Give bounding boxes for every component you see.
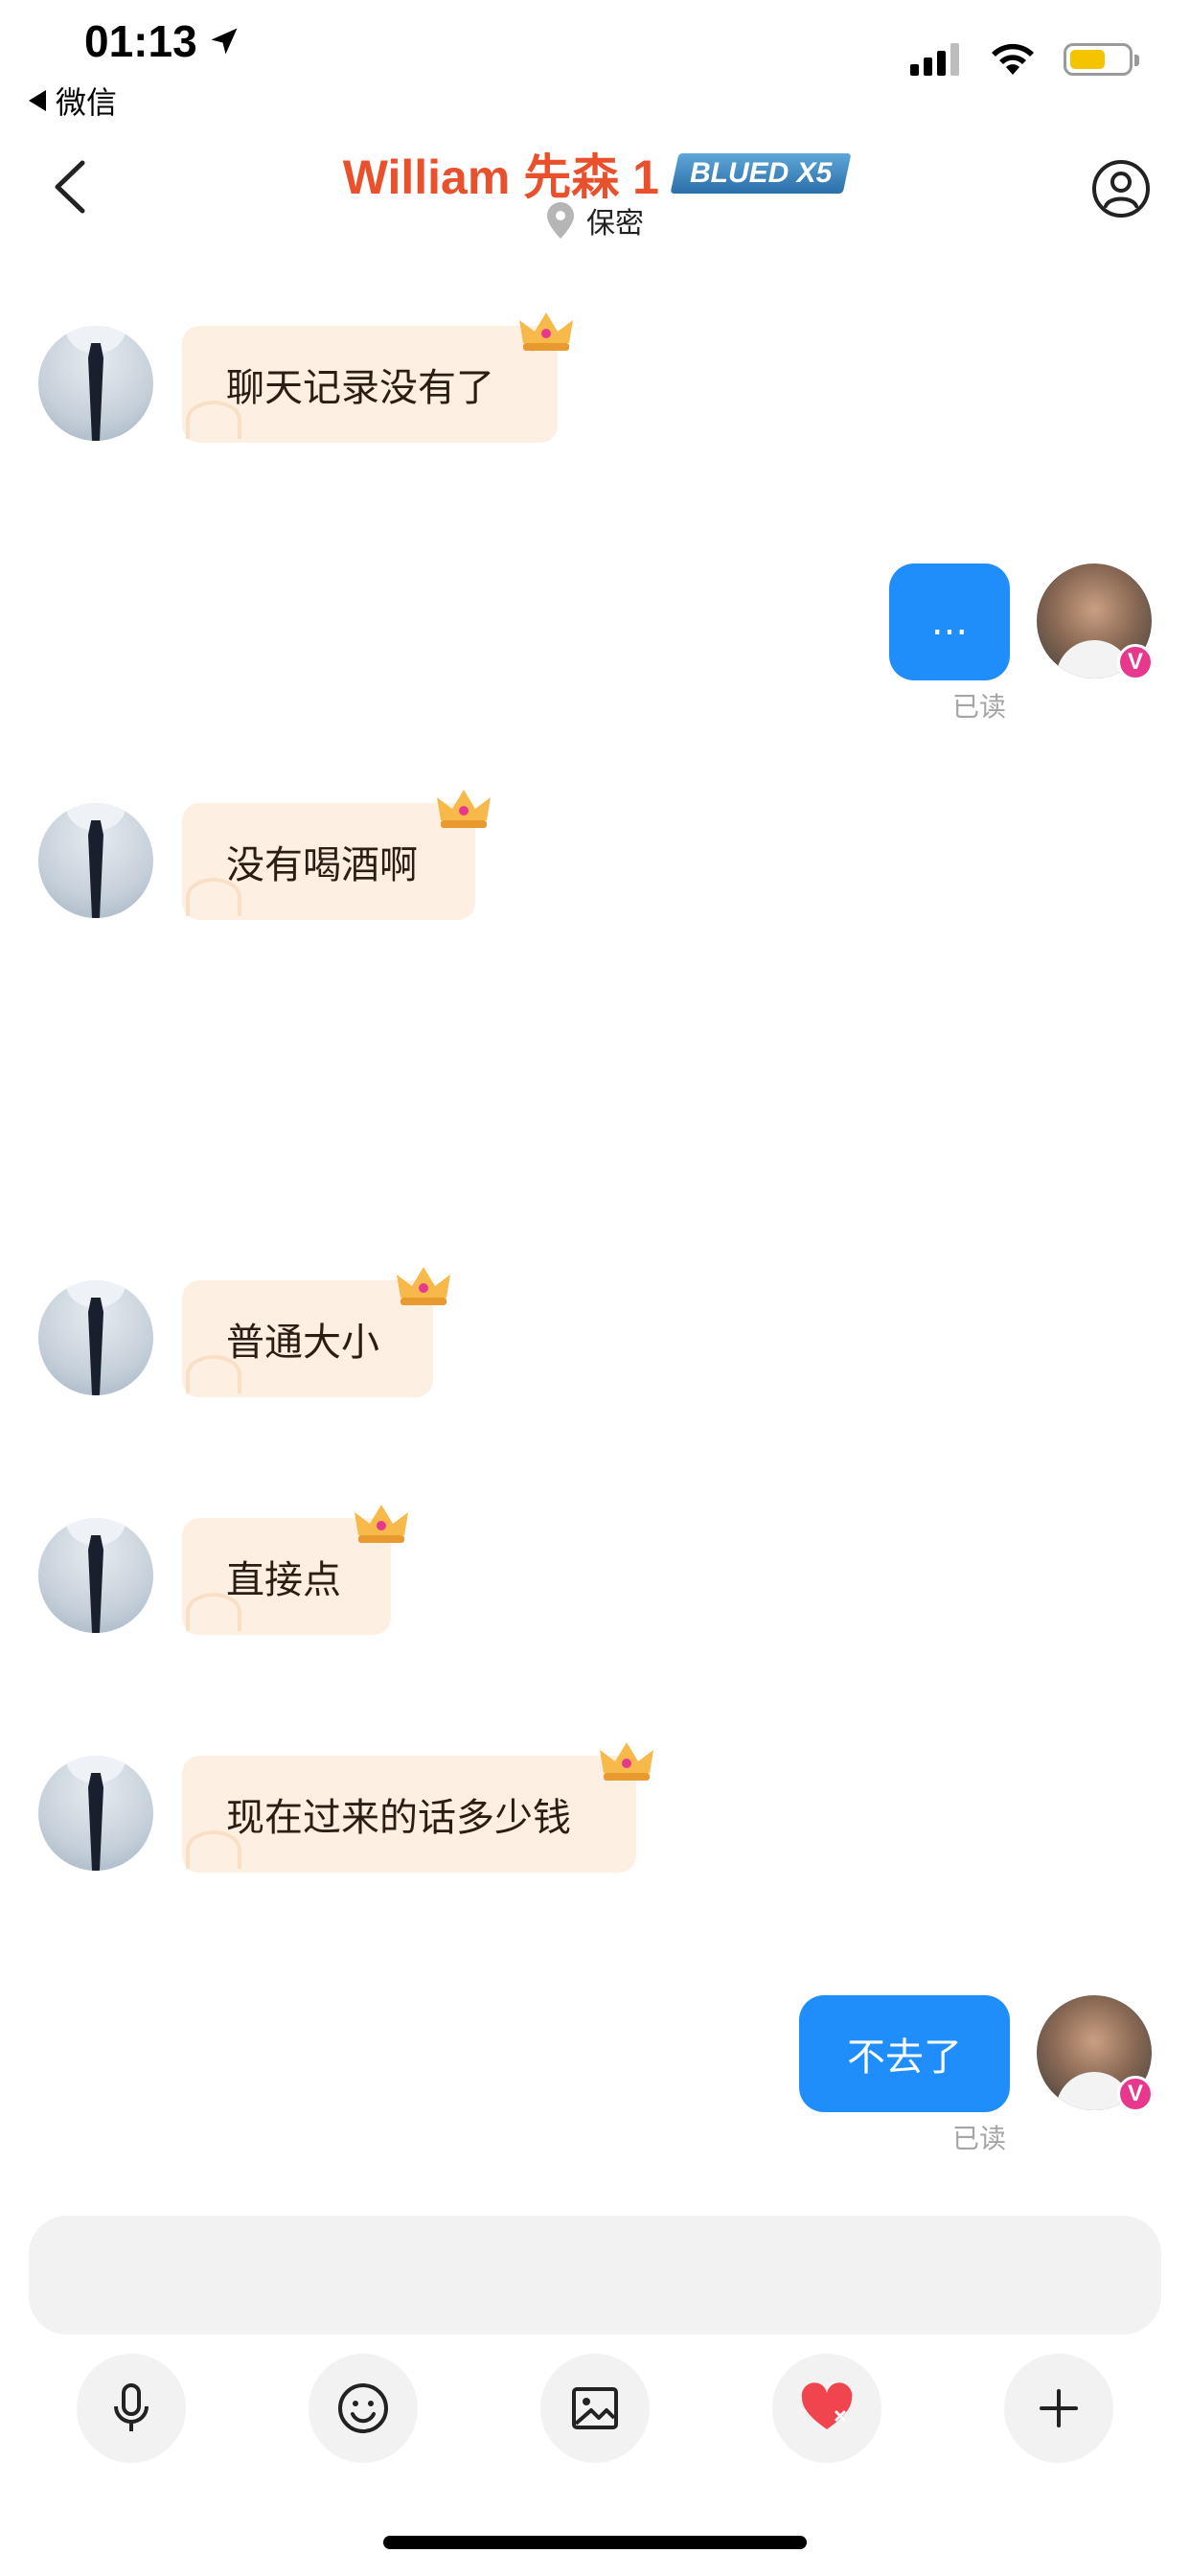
battery-level: [1070, 50, 1105, 69]
location-pin-icon: [547, 202, 574, 239]
contact-avatar[interactable]: [38, 1518, 153, 1633]
profile-icon[interactable]: [1090, 158, 1152, 219]
avatar-tie: [88, 1773, 103, 1871]
battery-icon: [1064, 43, 1139, 76]
avatar-tie: [88, 1298, 103, 1395]
crown-icon: [600, 1742, 653, 1781]
contact-avatar[interactable]: [38, 1280, 153, 1395]
status-time: 01:13: [84, 15, 241, 67]
incoming-message[interactable]: 聊天记录没有了: [182, 326, 558, 443]
location-arrow-icon: [211, 28, 238, 55]
time-text: 01:13: [84, 16, 197, 66]
incoming-message[interactable]: 没有喝酒啊: [182, 803, 475, 920]
chat-screen: 01:13 微信 William 先森 1 BLUED X5 保密 聊天记录没有…: [0, 0, 1190, 2576]
message-input[interactable]: [29, 2216, 1161, 2334]
avatar-tie: [88, 343, 103, 441]
image-icon: [572, 2387, 618, 2429]
back-app-label: 微信: [56, 84, 118, 121]
message-text: 不去了: [847, 2036, 962, 2080]
emoji-icon: [338, 2383, 388, 2433]
status-indicators: [910, 42, 1139, 77]
crown-icon: [397, 1267, 450, 1305]
crown-icon: [437, 790, 491, 828]
avatar-tie: [88, 820, 103, 918]
blued-x5-badge: BLUED X5: [670, 153, 852, 194]
heart-button[interactable]: [772, 2354, 881, 2463]
contact-avatar[interactable]: [38, 326, 153, 441]
crown-icon: [355, 1505, 408, 1543]
image-button[interactable]: [540, 2354, 650, 2463]
vip-badge-text: V: [1127, 2081, 1143, 2106]
avatar-tie: [88, 1535, 103, 1633]
chat-title[interactable]: William 先森 1: [343, 139, 659, 208]
emoji-button[interactable]: [309, 2354, 418, 2463]
message-text: 聊天记录没有了: [226, 366, 494, 410]
vip-badge: V: [1117, 2076, 1154, 2112]
voice-button[interactable]: [77, 2354, 186, 2463]
outgoing-message[interactable]: 不去了: [799, 1995, 1010, 2112]
home-indicator[interactable]: [383, 2536, 807, 2549]
heart-icon: [801, 2382, 853, 2429]
location-row: 保密: [0, 199, 1190, 242]
outgoing-message[interactable]: ...: [889, 564, 1010, 680]
more-button[interactable]: [1004, 2354, 1113, 2463]
contact-avatar[interactable]: [38, 1756, 153, 1871]
back-to-app[interactable]: 微信: [29, 79, 117, 123]
message-text: 现在过来的话多少钱: [226, 1796, 571, 1840]
cellular-signal-icon: [910, 43, 959, 76]
message-text: 直接点: [226, 1558, 341, 1602]
read-receipt: 已读: [952, 2123, 1007, 2154]
message-text: ...: [930, 600, 969, 644]
crown-icon: [519, 312, 573, 351]
location-text: 保密: [586, 207, 644, 241]
vip-badge: V: [1117, 644, 1154, 680]
message-text: 没有喝酒啊: [226, 843, 418, 887]
back-triangle-icon: [29, 90, 46, 111]
badge-text: BLUED X5: [689, 157, 833, 189]
vip-badge-text: V: [1127, 649, 1143, 675]
microphone-icon: [114, 2383, 149, 2431]
incoming-message[interactable]: 现在过来的话多少钱: [182, 1756, 636, 1873]
plus-icon: [1040, 2389, 1078, 2427]
chat-title-row: William 先森 1 BLUED X5: [0, 139, 1190, 208]
message-text: 普通大小: [226, 1321, 379, 1365]
read-receipt: 已读: [952, 691, 1007, 723]
wifi-icon: [992, 43, 1034, 75]
contact-avatar[interactable]: [38, 803, 153, 918]
